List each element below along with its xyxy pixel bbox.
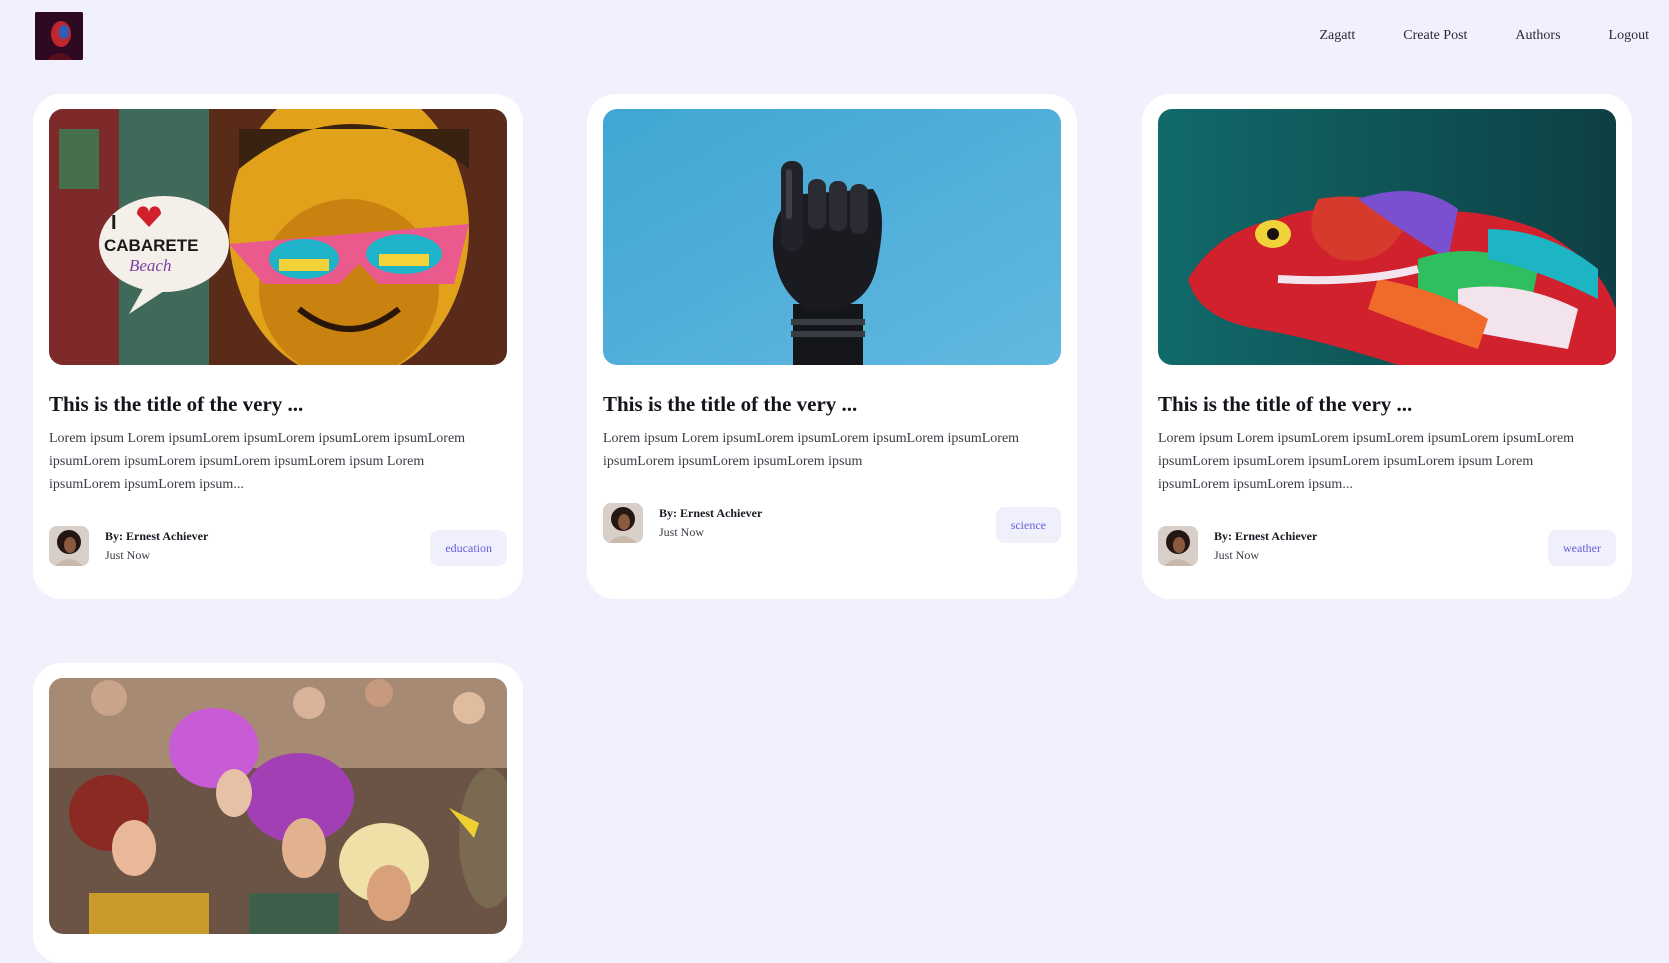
post-thumbnail[interactable] (1158, 109, 1616, 365)
post-meta: By: Ernest Achiever Just Now education (49, 526, 507, 568)
logo-portrait-icon (35, 12, 83, 60)
post-title[interactable]: This is the title of the very ... (603, 391, 1061, 417)
post-card[interactable]: This is the title of the very ... Lorem … (1142, 94, 1632, 599)
main-nav: Zagatt Create Post Authors Logout (1272, 26, 1650, 46)
robot-hand-photo-icon (603, 109, 1061, 365)
top-navbar: Zagatt Create Post Authors Logout (0, 0, 1669, 72)
author-avatar[interactable] (603, 503, 643, 543)
author-name[interactable]: By: Ernest Achiever (1214, 528, 1317, 544)
graffiti-photo-icon: I CABARETE Beach (49, 109, 507, 365)
post-excerpt: Lorem ipsum Lorem ipsumLorem ipsumLorem … (1158, 431, 1575, 492)
post-title[interactable]: This is the title of the very ... (49, 391, 507, 417)
post-card[interactable] (33, 663, 523, 963)
parade-photo-icon (49, 678, 507, 934)
post-date: Just Now (659, 525, 705, 539)
post-thumbnail[interactable]: I CABARETE Beach (49, 109, 507, 365)
nav-authors-link[interactable]: Authors (1515, 26, 1560, 46)
author-portrait-icon (1158, 526, 1198, 566)
author-name[interactable]: By: Ernest Achiever (105, 528, 208, 544)
post-meta: By: Ernest Achiever Just Now weather (1158, 526, 1616, 568)
post-date: Just Now (105, 548, 151, 562)
svg-text:Beach: Beach (129, 256, 171, 275)
site-logo[interactable] (35, 12, 83, 60)
category-tag[interactable]: education (430, 530, 507, 566)
nav-home-link[interactable]: Zagatt (1320, 26, 1356, 46)
chameleon-photo-icon (1158, 109, 1616, 365)
post-title[interactable]: This is the title of the very ... (1158, 391, 1616, 417)
author-name[interactable]: By: Ernest Achiever (659, 505, 762, 521)
author-portrait-icon (49, 526, 89, 566)
post-excerpt: Lorem ipsum Lorem ipsumLorem ipsumLorem … (49, 431, 466, 492)
author-avatar[interactable] (1158, 526, 1198, 566)
svg-text:CABARETE: CABARETE (104, 236, 198, 255)
author-avatar[interactable] (49, 526, 89, 566)
post-thumbnail[interactable] (603, 109, 1061, 365)
author-portrait-icon (603, 503, 643, 543)
svg-text:I: I (111, 212, 117, 234)
post-thumbnail[interactable] (49, 678, 507, 934)
post-meta: By: Ernest Achiever Just Now science (603, 503, 1061, 545)
post-card[interactable]: This is the title of the very ... Lorem … (587, 94, 1077, 599)
post-date: Just Now (1214, 548, 1260, 562)
post-excerpt: Lorem ipsum Lorem ipsumLorem ipsumLorem … (603, 431, 1020, 469)
category-tag[interactable]: science (995, 507, 1061, 543)
category-tag[interactable]: weather (1548, 530, 1616, 566)
nav-logout-link[interactable]: Logout (1609, 26, 1649, 46)
post-card[interactable]: I CABARETE Beach This is the title of th… (33, 94, 523, 599)
nav-create-post-link[interactable]: Create Post (1403, 26, 1467, 46)
